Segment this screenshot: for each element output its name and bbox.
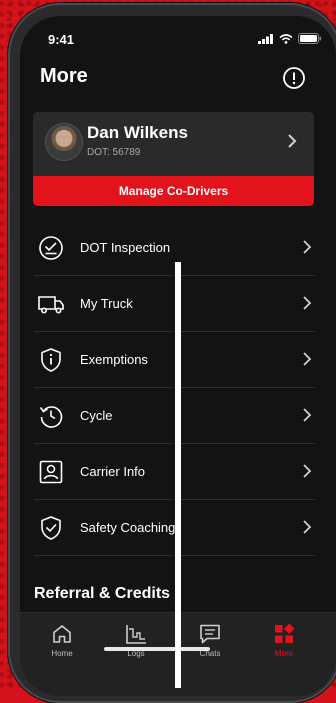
logs-icon (126, 625, 146, 644)
tab-label: More (274, 649, 294, 658)
cycle-history-icon (39, 406, 63, 428)
avatar (46, 124, 82, 160)
tab-chats[interactable]: Chats (184, 623, 236, 658)
menu-item-label: DOT Inspection (80, 240, 171, 255)
status-time: 9:41 (48, 32, 75, 47)
tab-label: Home (51, 649, 73, 658)
mute-switch (11, 115, 17, 137)
tab-home[interactable]: Home (36, 623, 88, 658)
tab-logs[interactable]: Logs (110, 623, 162, 658)
home-icon (53, 625, 71, 643)
volume-down-button (11, 201, 17, 241)
profile-card[interactable]: Dan Wilkens DOT: 56789 Manage Co-Drivers (33, 112, 314, 206)
overlay-divider (175, 262, 181, 688)
home-indicator[interactable] (104, 647, 210, 651)
volume-up-button (11, 153, 17, 193)
shield-info-icon (41, 348, 61, 372)
dot-inspection-icon (39, 236, 63, 260)
page-title: More (40, 65, 88, 87)
driver-dot-number: DOT: 56789 (87, 147, 141, 158)
shield-check-icon (41, 516, 61, 540)
menu-item-label: Exemptions (80, 352, 148, 367)
battery-icon (298, 33, 322, 44)
section-title-referral-credits: Referral & Credits (34, 585, 171, 602)
chevron-right-icon (288, 134, 297, 148)
wifi-icon (279, 33, 293, 44)
alert-info-icon[interactable] (282, 66, 306, 90)
status-bar: 9:41 (20, 16, 336, 56)
chevron-right-icon (303, 520, 312, 534)
chevron-right-icon (303, 464, 312, 478)
carrier-id-icon (39, 460, 63, 484)
chevron-right-icon (303, 296, 312, 310)
tab-more[interactable]: More (258, 623, 310, 658)
more-grid-icon (275, 623, 295, 643)
chevron-right-icon (303, 240, 312, 254)
menu-item-label: Carrier Info (80, 464, 146, 479)
chevron-right-icon (303, 352, 312, 366)
status-icons (258, 33, 322, 44)
chats-icon (200, 624, 220, 644)
cellular-signal-icon (258, 33, 273, 44)
manage-co-drivers-button[interactable]: Manage Co-Drivers (33, 176, 314, 206)
menu-item-label: Cycle (80, 408, 113, 423)
chevron-right-icon (303, 408, 312, 422)
driver-name: Dan Wilkens (87, 123, 188, 142)
menu-item-label: My Truck (80, 296, 133, 311)
menu-item-label: Safety Coaching (80, 520, 176, 535)
truck-icon (38, 296, 64, 314)
